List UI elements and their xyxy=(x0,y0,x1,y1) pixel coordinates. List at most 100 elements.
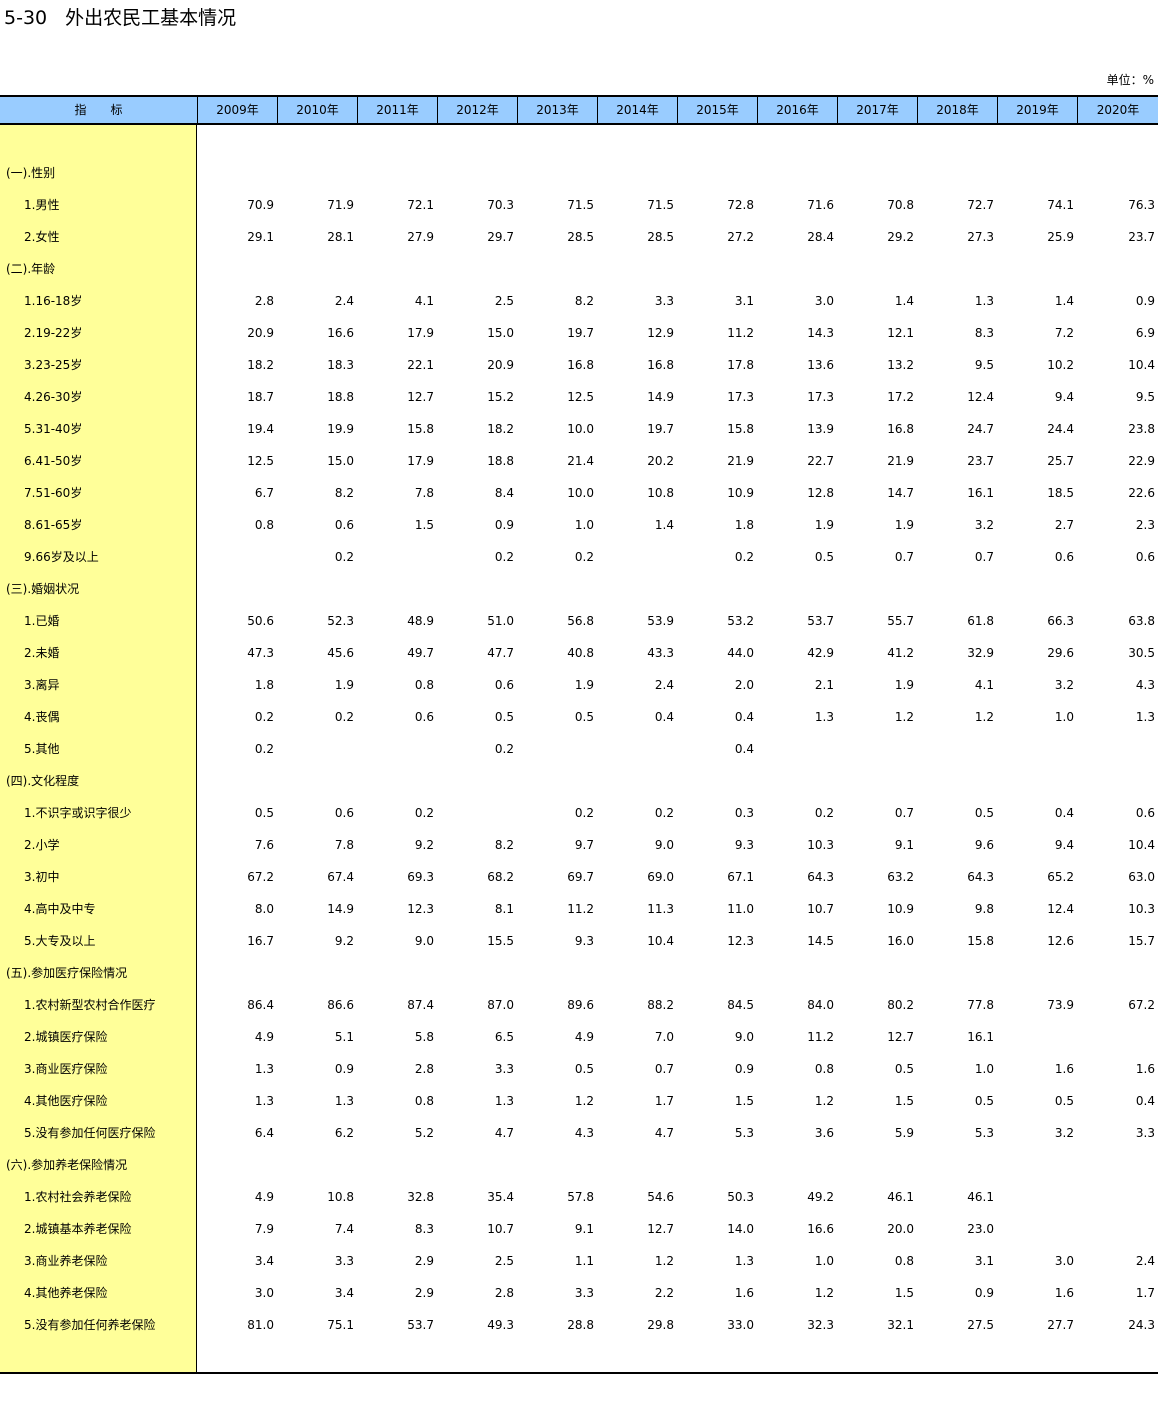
row-label: 3.初中 xyxy=(24,870,60,884)
table-cell: 5.8 xyxy=(414,1030,434,1044)
table-cell: 3.6 xyxy=(814,1126,834,1140)
table-cell: 12.6 xyxy=(1047,934,1074,948)
table-cell: 9.3 xyxy=(574,934,594,948)
table-cell: 66.3 xyxy=(1047,614,1074,628)
table-cell: 61.8 xyxy=(967,614,994,628)
table-cell: 0.8 xyxy=(414,678,434,692)
header-year: 2019年 xyxy=(997,97,1077,123)
table-cell: 9.4 xyxy=(1054,390,1074,404)
table-cell: 25.9 xyxy=(1047,230,1074,244)
table-cell: 11.2 xyxy=(567,902,594,916)
table-cell: 69.7 xyxy=(567,870,594,884)
table-cell: 75.1 xyxy=(327,1318,354,1332)
table-cell: 15.2 xyxy=(487,390,514,404)
table-cell: 2.3 xyxy=(1135,518,1155,532)
table-cell: 15.7 xyxy=(1128,934,1155,948)
table-cell: 0.4 xyxy=(1054,806,1074,820)
row-label: 1.农村新型农村合作医疗 xyxy=(24,998,156,1012)
table-cell: 28.1 xyxy=(327,230,354,244)
table-cell: 19.4 xyxy=(247,422,274,436)
table-row: 7.51-60岁 6.7 8.2 7.8 8.4 10.0 10.8 10.9 12.8 14.7… xyxy=(0,477,1158,509)
table-cell: 17.3 xyxy=(807,390,834,404)
table-cell: 0.8 xyxy=(254,518,274,532)
table-cell: 6.4 xyxy=(254,1126,274,1140)
table-cell: 3.3 xyxy=(334,1254,354,1268)
table-cell: 28.5 xyxy=(647,230,674,244)
table-cell: 29.7 xyxy=(487,230,514,244)
table-row: 4.高中及中专 8.0 14.9 12.3 8.1 11.2 11.3 11.0 10.7 10.… xyxy=(0,893,1158,925)
table-cell: 1.2 xyxy=(574,1094,594,1108)
table-cell: 8.0 xyxy=(254,902,274,916)
table-cell: 0.7 xyxy=(654,1062,674,1076)
table-cell: 25.7 xyxy=(1047,454,1074,468)
table-cell: 84.0 xyxy=(807,998,834,1012)
table-cell: 0.5 xyxy=(894,1062,914,1076)
table-row: 5.31-40岁 19.4 19.9 15.8 18.2 10.0 19.7 15.8 13.9… xyxy=(0,413,1158,445)
row-label: 3.23-25岁 xyxy=(24,358,83,372)
table-cell: 0.5 xyxy=(1054,1094,1074,1108)
category-row: (四).文化程度 xyxy=(0,765,1158,797)
table-cell: 9.0 xyxy=(414,934,434,948)
table-cell: 0.4 xyxy=(654,710,674,724)
table-cell xyxy=(604,733,674,765)
table-cell: 18.2 xyxy=(247,358,274,372)
table-cell: 50.6 xyxy=(247,614,274,628)
table-row: 1.16-18岁 2.8 2.4 4.1 2.5 8.2 3.3 3.1 3.0 1.4 1.3 1.… xyxy=(0,285,1158,317)
table-cell: 2.5 xyxy=(494,1254,514,1268)
table-cell: 0.6 xyxy=(1135,806,1155,820)
table-cell: 87.4 xyxy=(407,998,434,1012)
table-cell: 5.3 xyxy=(734,1126,754,1140)
table-cell: 0.2 xyxy=(574,806,594,820)
table-cell: 69.3 xyxy=(407,870,434,884)
category-row: (三).婚姻状况 xyxy=(0,573,1158,605)
table-cell: 7.6 xyxy=(254,838,274,852)
table-cell: 11.2 xyxy=(727,326,754,340)
data-table: 指 标 2009年 2010年 2011年 2012年 2013年 2014年 2015年 20… xyxy=(0,95,1158,1374)
table-cell: 1.2 xyxy=(654,1254,674,1268)
header-year: 2016年 xyxy=(757,97,837,123)
table-cell: 2.1 xyxy=(814,678,834,692)
table-cell: 4.7 xyxy=(654,1126,674,1140)
table-cell: 64.3 xyxy=(967,870,994,884)
row-label: 2.未婚 xyxy=(24,646,60,660)
table-cell: 84.5 xyxy=(727,998,754,1012)
table-cell: 3.3 xyxy=(1135,1126,1155,1140)
category-row: (六).参加养老保险情况 xyxy=(0,1149,1158,1181)
table-cell: 1.3 xyxy=(1135,710,1155,724)
table-title: 外出农民工基本情况 xyxy=(65,7,237,29)
table-cell: 7.8 xyxy=(334,838,354,852)
table-cell: 23.0 xyxy=(967,1222,994,1236)
table-cell: 86.4 xyxy=(247,998,274,1012)
table-row: 3.商业养老保险 3.4 3.3 2.9 2.5 1.1 1.2 1.3 1.0 0.8 3.1 3.… xyxy=(0,1245,1158,1277)
table-cell: 2.2 xyxy=(654,1286,674,1300)
table-cell: 13.9 xyxy=(807,422,834,436)
row-label: 6.41-50岁 xyxy=(24,454,83,468)
table-cell: 1.9 xyxy=(894,518,914,532)
table-cell: 5.2 xyxy=(414,1126,434,1140)
table-cell: 88.2 xyxy=(647,998,674,1012)
table-cell: 0.2 xyxy=(494,742,514,756)
row-label: 3.商业医疗保险 xyxy=(24,1062,108,1076)
table-cell: 4.3 xyxy=(574,1126,594,1140)
table-row: 3.离异 1.8 1.9 0.8 0.6 1.9 2.4 2.0 2.1 1.9 4.1 3.2 4.3 xyxy=(0,669,1158,701)
row-label: 1.已婚 xyxy=(24,614,60,628)
table-cell: 12.9 xyxy=(647,326,674,340)
table-cell: 10.7 xyxy=(487,1222,514,1236)
table-cell: 70.3 xyxy=(487,198,514,212)
table-cell: 4.7 xyxy=(494,1126,514,1140)
table-cell: 7.2 xyxy=(1054,326,1074,340)
table-cell: 12.3 xyxy=(727,934,754,948)
table-cell: 0.2 xyxy=(414,806,434,820)
table-row: 2.女性 29.1 28.1 27.9 29.7 28.5 28.5 27.2 28.4 29.2… xyxy=(0,221,1158,253)
table-cell: 15.8 xyxy=(727,422,754,436)
table-cell: 65.2 xyxy=(1047,870,1074,884)
table-cell: 1.6 xyxy=(1135,1062,1155,1076)
table-cell: 23.8 xyxy=(1128,422,1155,436)
table-cell: 1.3 xyxy=(334,1094,354,1108)
table-cell: 32.3 xyxy=(807,1318,834,1332)
table-cell: 72.1 xyxy=(407,198,434,212)
table-cell xyxy=(1004,733,1074,765)
table-cell: 54.6 xyxy=(647,1190,674,1204)
row-label: (五).参加医疗保险情况 xyxy=(6,966,128,980)
table-row: 5.没有参加任何医疗保险 6.4 6.2 5.2 4.7 4.3 4.7 5.3 3.6 5.9 5… xyxy=(0,1117,1158,1149)
